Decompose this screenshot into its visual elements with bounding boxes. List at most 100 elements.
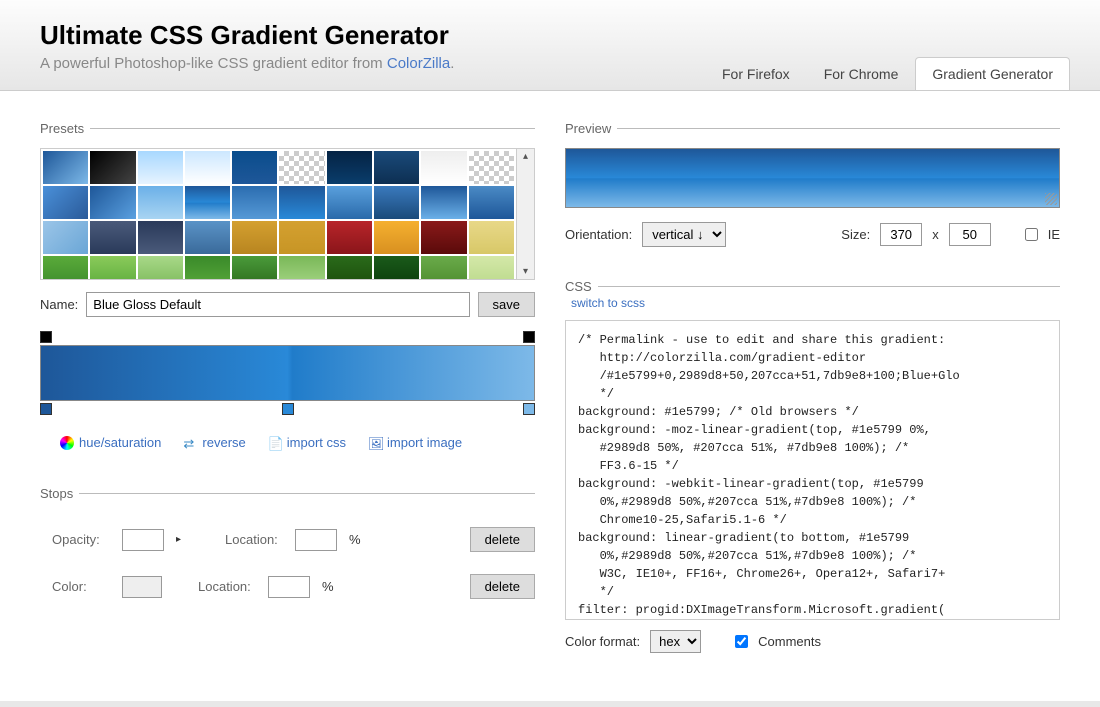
reverse-icon: ⇄ <box>183 436 197 450</box>
presets-fieldset: Presets ▴ ▾ Name: save <box>40 121 535 468</box>
tab-chrome[interactable]: For Chrome <box>807 57 916 90</box>
colorzilla-link[interactable]: ColorZilla <box>387 55 450 72</box>
presets-scrollbar[interactable]: ▴ ▾ <box>516 149 534 279</box>
import-image-button[interactable]: 🖼 import image <box>368 435 462 450</box>
gradient-bar[interactable] <box>40 345 535 401</box>
preset-swatch[interactable] <box>469 186 514 219</box>
preset-swatch[interactable] <box>43 151 88 184</box>
preset-swatch[interactable] <box>138 151 183 184</box>
opacity-location-input[interactable] <box>295 529 337 551</box>
preview-box[interactable] <box>565 148 1060 208</box>
color-format-label: Color format: <box>565 634 640 649</box>
css-output[interactable]: /* Permalink - use to edit and share thi… <box>565 320 1060 620</box>
preset-swatch[interactable] <box>421 151 466 184</box>
opacity-stepper-icon[interactable]: ▸ <box>176 534 181 545</box>
preset-swatch[interactable] <box>374 186 419 219</box>
opacity-delete-button[interactable]: delete <box>470 527 535 552</box>
preview-legend: Preview <box>565 121 617 136</box>
orientation-label: Orientation: <box>565 227 632 242</box>
tab-firefox[interactable]: For Firefox <box>705 57 807 90</box>
preset-swatch[interactable] <box>232 186 277 219</box>
preset-swatch[interactable] <box>374 256 419 279</box>
css-fieldset: CSS switch to scss /* Permalink - use to… <box>565 279 1060 653</box>
size-height-input[interactable] <box>949 223 991 246</box>
preset-swatch[interactable] <box>185 186 230 219</box>
preset-swatch[interactable] <box>469 256 514 279</box>
scroll-down-icon[interactable]: ▾ <box>523 266 528 277</box>
preset-swatch[interactable] <box>43 221 88 254</box>
preset-swatch[interactable] <box>90 256 135 279</box>
presets-grid <box>41 149 516 279</box>
orientation-select[interactable]: vertical ↓ <box>642 222 726 247</box>
color-format-select[interactable]: hex <box>650 630 701 653</box>
css-legend: CSS <box>565 279 598 294</box>
preset-swatch[interactable] <box>421 256 466 279</box>
preset-swatch[interactable] <box>90 221 135 254</box>
opacity-stop-right[interactable] <box>523 331 535 343</box>
color-label: Color: <box>52 579 110 594</box>
hue-icon <box>60 436 74 450</box>
preset-swatch[interactable] <box>374 151 419 184</box>
color-delete-button[interactable]: delete <box>470 574 535 599</box>
preset-swatch[interactable] <box>279 186 324 219</box>
preset-swatch[interactable] <box>327 221 372 254</box>
opacity-location-label: Location: <box>225 532 283 547</box>
preset-swatch[interactable] <box>469 221 514 254</box>
switch-scss-link[interactable]: switch to scss <box>565 296 1060 310</box>
preset-swatch[interactable] <box>90 186 135 219</box>
color-location-label: Location: <box>198 579 256 594</box>
preset-swatch[interactable] <box>43 256 88 279</box>
preset-swatch[interactable] <box>138 256 183 279</box>
preset-swatch[interactable] <box>185 256 230 279</box>
preset-swatch[interactable] <box>232 151 277 184</box>
preset-swatch[interactable] <box>138 186 183 219</box>
preset-swatch[interactable] <box>90 151 135 184</box>
color-stop-100[interactable] <box>523 403 535 415</box>
stops-fieldset: Stops Opacity: ▸ Location: % delete Colo… <box>40 486 535 599</box>
preset-swatch[interactable] <box>43 186 88 219</box>
size-x: x <box>932 227 939 242</box>
hue-saturation-button[interactable]: hue/saturation <box>60 435 161 450</box>
opacity-label: Opacity: <box>52 532 110 547</box>
stops-legend: Stops <box>40 486 79 501</box>
preset-swatch[interactable] <box>279 151 324 184</box>
ie-checkbox[interactable] <box>1025 228 1038 241</box>
color-stop-50[interactable] <box>282 403 294 415</box>
preview-fieldset: Preview Orientation: vertical ↓ Size: x … <box>565 121 1060 261</box>
save-button[interactable]: save <box>478 292 535 317</box>
preset-swatch[interactable] <box>185 221 230 254</box>
color-stop-0[interactable] <box>40 403 52 415</box>
import-css-button[interactable]: 📄 import css <box>268 435 346 450</box>
preset-swatch[interactable] <box>232 256 277 279</box>
size-label: Size: <box>841 227 870 242</box>
preset-swatch[interactable] <box>232 221 277 254</box>
comments-label: Comments <box>758 634 821 649</box>
import-image-icon: 🖼 <box>368 436 382 450</box>
scroll-up-icon[interactable]: ▴ <box>523 151 528 162</box>
comments-checkbox[interactable] <box>735 635 748 648</box>
gradient-editor[interactable] <box>40 329 535 417</box>
page-title: Ultimate CSS Gradient Generator <box>40 20 1060 51</box>
reverse-button[interactable]: ⇄ reverse <box>183 435 245 450</box>
preset-swatch[interactable] <box>327 151 372 184</box>
preset-swatch[interactable] <box>469 151 514 184</box>
header-tabs: For Firefox For Chrome Gradient Generato… <box>705 57 1070 90</box>
color-location-input[interactable] <box>268 576 310 598</box>
preset-swatch[interactable] <box>374 221 419 254</box>
preset-swatch[interactable] <box>421 186 466 219</box>
preset-swatch[interactable] <box>327 256 372 279</box>
percent-label-2: % <box>322 579 334 594</box>
opacity-stop-left[interactable] <box>40 331 52 343</box>
preset-swatch[interactable] <box>421 221 466 254</box>
percent-label: % <box>349 532 361 547</box>
preset-swatch[interactable] <box>279 221 324 254</box>
name-input[interactable] <box>86 292 469 317</box>
preset-swatch[interactable] <box>185 151 230 184</box>
size-width-input[interactable] <box>880 223 922 246</box>
tab-gradient-generator[interactable]: Gradient Generator <box>915 57 1070 90</box>
preset-swatch[interactable] <box>138 221 183 254</box>
opacity-input[interactable] <box>122 529 164 551</box>
preset-swatch[interactable] <box>279 256 324 279</box>
color-chip[interactable] <box>122 576 162 598</box>
preset-swatch[interactable] <box>327 186 372 219</box>
